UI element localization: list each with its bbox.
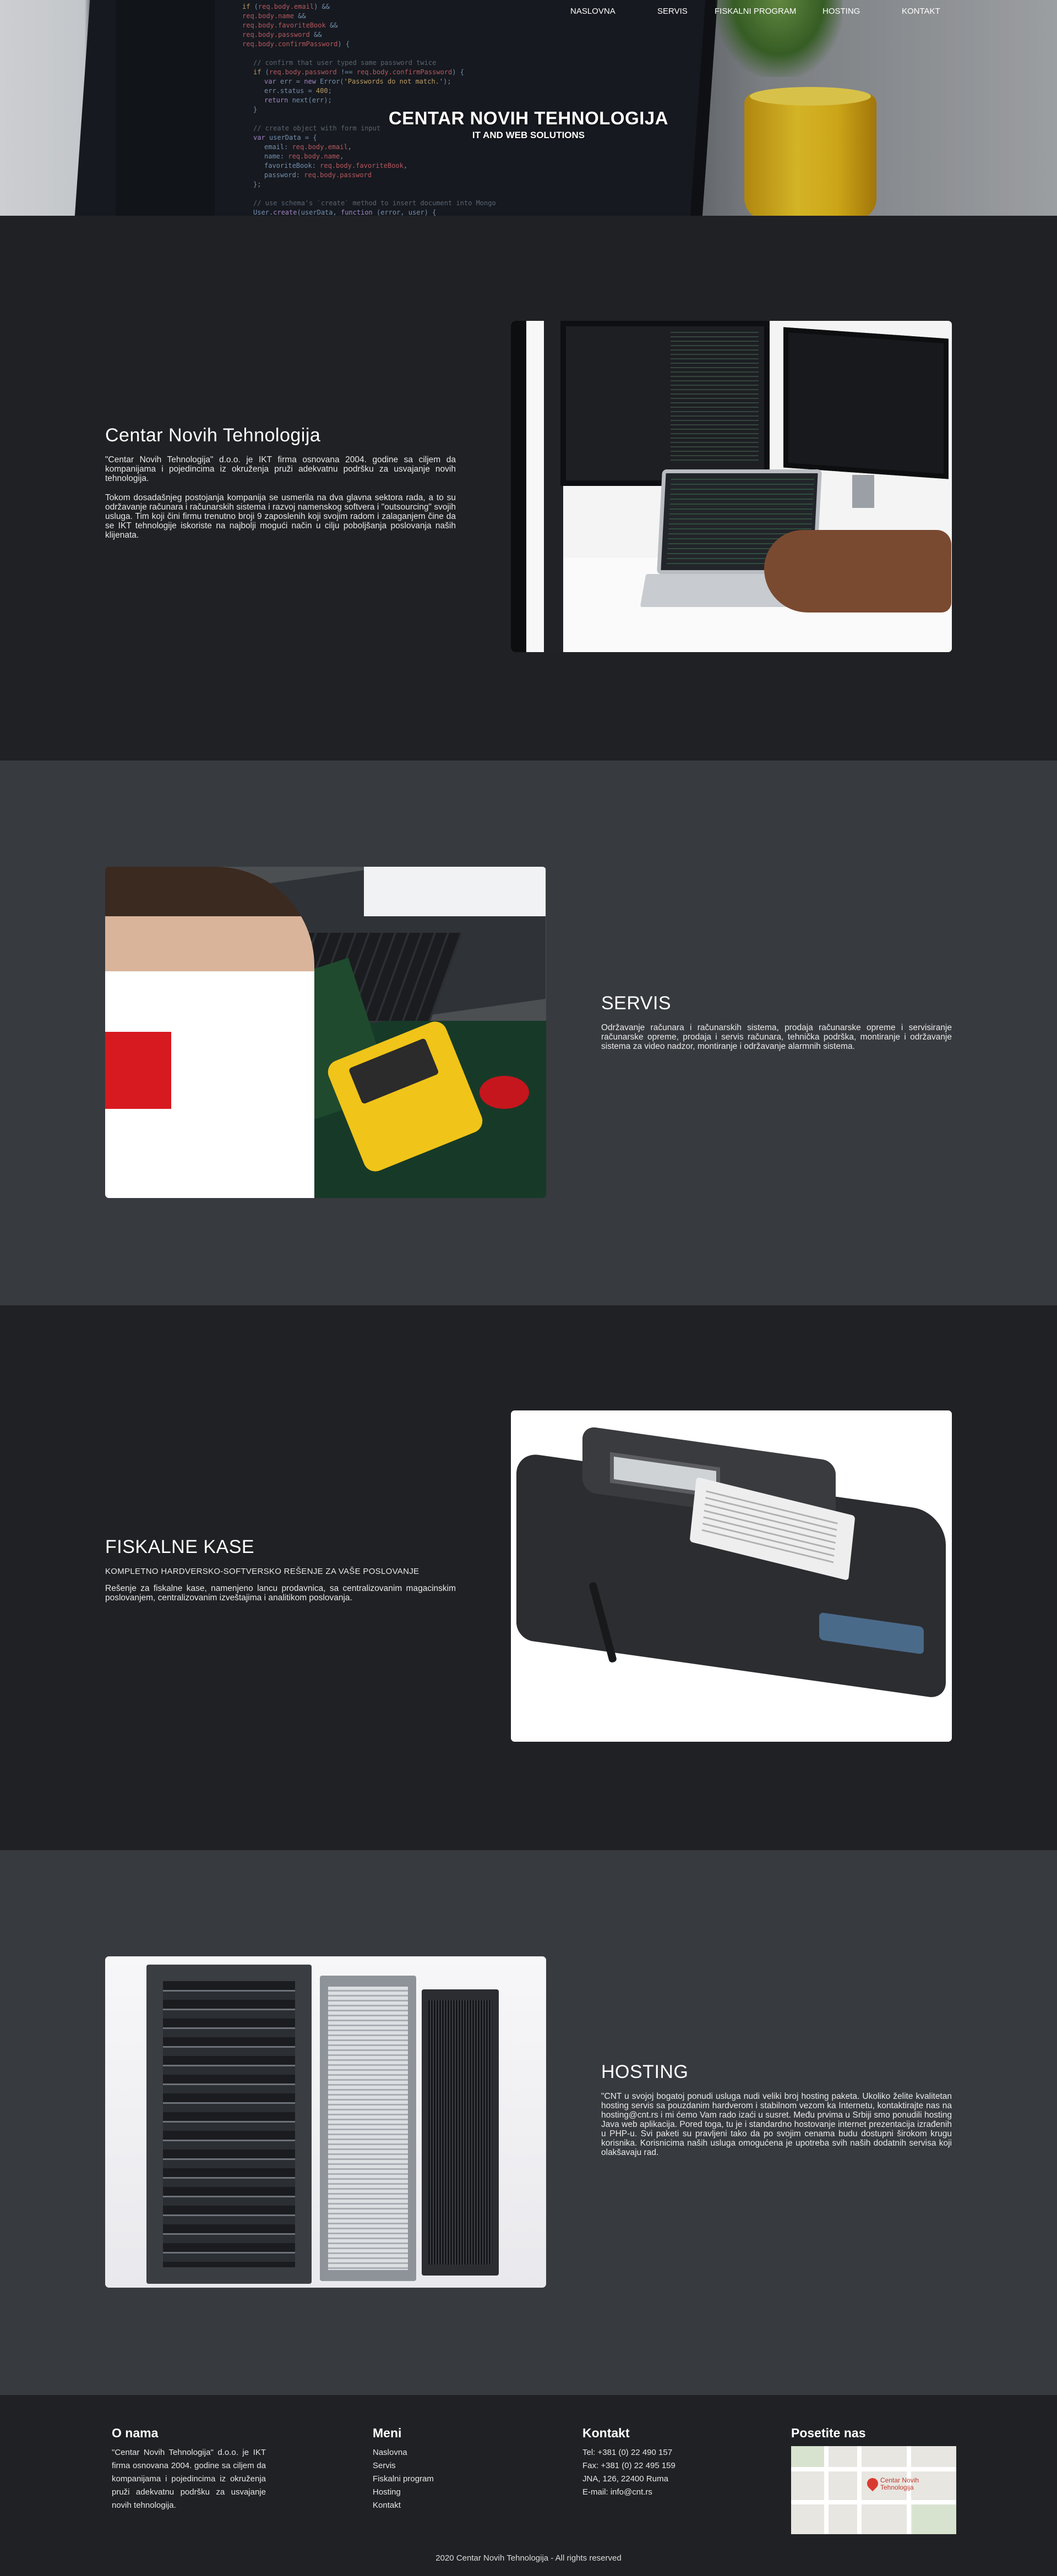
footer-menu-title: Meni bbox=[373, 2426, 402, 2440]
about-office-image bbox=[511, 321, 952, 652]
hosting-title: HOSTING bbox=[601, 2061, 689, 2082]
map-label-line-2: Tehnologija bbox=[880, 2484, 914, 2491]
fiskalne-paragraph: Rešenje za fiskalne kase, namenjeno lanc… bbox=[105, 1584, 456, 1603]
about-paragraph-2: Tokom dosadašnjeg postojanja kompanija s… bbox=[105, 493, 456, 540]
footer-contact-email[interactable]: E-mail: info@cnt.rs bbox=[582, 2486, 675, 2499]
footer-menu-list: Naslovna Servis Fiskalni program Hosting… bbox=[373, 2446, 434, 2512]
footer-contact-address: JNA, 126, 22400 Ruma bbox=[582, 2474, 668, 2484]
footer-contact-fax: Fax: +381 (0) 22 495 159 bbox=[582, 2461, 675, 2470]
servis-paragraph: Održavanje računara i računarskih sistem… bbox=[601, 1023, 952, 1051]
about-title: Centar Novih Tehnologija bbox=[105, 425, 321, 446]
servis-title: SERVIS bbox=[601, 993, 672, 1014]
fiskalne-subtitle: KOMPLETNO HARDVERSKO-SOFTVERSKO REŠENJE … bbox=[105, 1567, 419, 1576]
footer-link-hosting[interactable]: Hosting bbox=[373, 2487, 401, 2497]
nav-item-fiskalni-program[interactable]: FISKALNI PROGRAM bbox=[715, 7, 796, 16]
footer-contact-title: Kontakt bbox=[582, 2426, 630, 2440]
hero-title: CENTAR NOVIH TEHNOLOGIJA bbox=[388, 108, 669, 128]
map-pin-label: Centar Novih Tehnologija bbox=[880, 2477, 919, 2491]
hosting-servers-image bbox=[105, 1956, 546, 2288]
map-pin-icon[interactable] bbox=[864, 2475, 881, 2492]
hero-banner: if (req.body.email) && req.body.name && … bbox=[0, 0, 1057, 216]
fiskalne-title: FISKALNE KASE bbox=[105, 1536, 255, 1557]
footer-link-naslovna[interactable]: Naslovna bbox=[373, 2448, 407, 2457]
footer: O nama "Centar Novih Tehnologija" d.o.o.… bbox=[0, 2395, 1057, 2576]
nav-item-kontakt[interactable]: KONTAKT bbox=[902, 7, 940, 16]
footer-contact: Kontakt Tel: +381 (0) 22 490 157 Fax: +3… bbox=[582, 2426, 675, 2499]
hosting-section: HOSTING "CNT u svojoj bogatoj ponudi usl… bbox=[0, 1850, 1057, 2395]
about-paragraph-1: "Centar Novih Tehnologija" d.o.o. je IKT… bbox=[105, 455, 456, 483]
footer-menu-item: Servis bbox=[373, 2459, 434, 2473]
footer-visit: Posetite nas Centar Novih Tehnologija bbox=[791, 2426, 956, 2534]
footer-menu-item: Kontakt bbox=[373, 2499, 434, 2512]
footer-link-fiskalni-program[interactable]: Fiskalni program bbox=[373, 2474, 434, 2484]
footer-menu-item: Naslovna bbox=[373, 2446, 434, 2459]
footer-map[interactable]: Centar Novih Tehnologija bbox=[791, 2446, 956, 2534]
servis-section: SERVIS Održavanje računara i računarskih… bbox=[0, 761, 1057, 1305]
nav-item-servis[interactable]: SERVIS bbox=[657, 7, 688, 16]
about-text: Centar Novih Tehnologija "Centar Novih T… bbox=[105, 425, 456, 550]
about-section: Centar Novih Tehnologija "Centar Novih T… bbox=[0, 216, 1057, 761]
footer-menu-item: Fiskalni program bbox=[373, 2473, 434, 2486]
nav-item-hosting[interactable]: HOSTING bbox=[822, 7, 860, 16]
footer-link-servis[interactable]: Servis bbox=[373, 2461, 396, 2470]
hero-subtitle: IT AND WEB SOLUTIONS bbox=[472, 130, 585, 140]
footer-link-kontakt[interactable]: Kontakt bbox=[373, 2501, 401, 2510]
nav-item-naslovna[interactable]: NASLOVNA bbox=[570, 7, 615, 16]
footer-visit-title: Posetite nas bbox=[791, 2426, 866, 2440]
footer-about-text: "Centar Novih Tehnologija" d.o.o. je IKT… bbox=[112, 2448, 266, 2510]
footer-menu: Meni Naslovna Servis Fiskalni program Ho… bbox=[373, 2426, 434, 2512]
main-nav: NASLOVNA SERVIS FISKALNI PROGRAM HOSTING… bbox=[0, 7, 1057, 20]
copyright: 2020 Centar Novih Tehnologija - All righ… bbox=[435, 2553, 622, 2563]
footer-menu-item: Hosting bbox=[373, 2486, 434, 2499]
fiskalne-text: FISKALNE KASE KOMPLETNO HARDVERSKO-SOFTV… bbox=[105, 1536, 456, 1612]
footer-contact-tel: Tel: +381 (0) 22 490 157 bbox=[582, 2448, 673, 2457]
fiskalne-section: FISKALNE KASE KOMPLETNO HARDVERSKO-SOFTV… bbox=[0, 1305, 1057, 1850]
fiskalne-printer-image bbox=[511, 1410, 952, 1742]
servis-text: SERVIS Održavanje računara i računarskih… bbox=[601, 993, 952, 1061]
hosting-paragraph: "CNT u svojoj bogatoj ponudi usluga nudi… bbox=[601, 2092, 952, 2157]
footer-about-title: O nama bbox=[112, 2426, 159, 2440]
footer-about: O nama "Centar Novih Tehnologija" d.o.o.… bbox=[112, 2426, 266, 2512]
hero-heading: CENTAR NOVIH TEHNOLOGIJA IT AND WEB SOLU… bbox=[0, 108, 1057, 141]
hosting-text: HOSTING "CNT u svojoj bogatoj ponudi usl… bbox=[601, 2061, 952, 2167]
servis-repair-image bbox=[105, 867, 546, 1198]
map-label-line-1: Centar Novih bbox=[880, 2476, 919, 2484]
